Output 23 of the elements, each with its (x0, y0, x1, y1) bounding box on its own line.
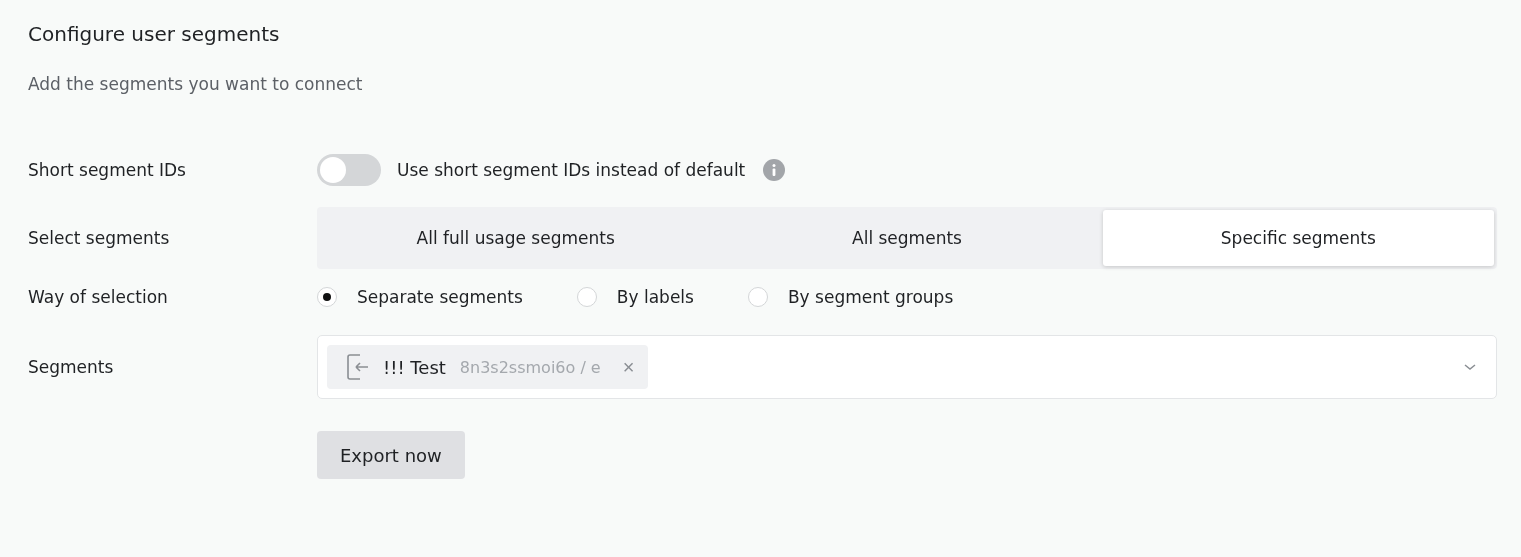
segment-tab[interactable]: All full usage segments (320, 210, 712, 266)
radio-label: Separate segments (357, 287, 523, 307)
field-label: Short segment IDs (28, 160, 187, 180)
page-title: Configure user segments (28, 22, 281, 46)
radio-label: By segment groups (787, 287, 954, 307)
field-label: Select segments (28, 228, 171, 248)
export-button[interactable]: Export now (317, 431, 465, 479)
page-subtitle: Add the segments you want to connect (28, 74, 364, 94)
sign-in-icon (347, 354, 369, 380)
radio-button[interactable] (747, 287, 768, 307)
toggle-label: Use short segment IDs instead of default (397, 160, 746, 180)
toggle-switch[interactable] (317, 154, 381, 186)
segment-tab[interactable]: Specific segments (1102, 210, 1494, 266)
radio-button[interactable] (576, 287, 597, 307)
segment-name: !!! Test (383, 356, 446, 378)
segment-tab[interactable]: All segments (711, 210, 1103, 266)
segment-id: 8n3s2ssmoi6o / e (459, 357, 601, 377)
radio-button[interactable] (317, 287, 337, 307)
segments-select[interactable]: !!! Test 8n3s2ssmoi6o / e × (317, 335, 1497, 399)
field-label: Segments (28, 357, 115, 377)
field-label: Way of selection (28, 287, 169, 307)
radio-label: By labels (616, 287, 694, 307)
info-icon[interactable] (763, 159, 786, 181)
